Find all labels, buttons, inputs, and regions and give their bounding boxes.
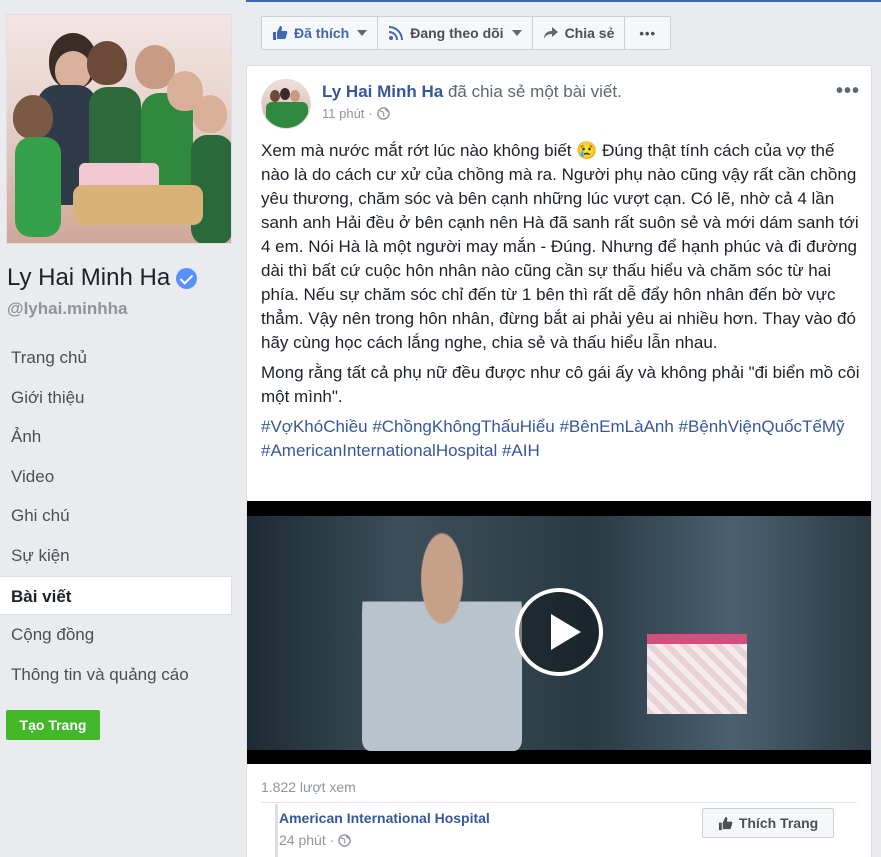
more-dots-icon: •••: [639, 25, 657, 41]
post-menu-button[interactable]: •••: [836, 80, 860, 103]
create-page-button[interactable]: Tạo Trang: [6, 710, 100, 740]
post-meta: 11 phút ·: [322, 106, 390, 121]
page-action-bar: Đã thích Đang theo dõi Chia sẻ •••: [261, 16, 672, 50]
left-sidebar: Ly Hai Minh Ha @lyhai.minhha Trang chủ G…: [0, 0, 246, 857]
share-label: Chia sẻ: [564, 25, 615, 41]
rss-icon: [389, 26, 404, 41]
divider: [261, 802, 857, 803]
like-page-label: Thích Trang: [738, 815, 819, 831]
page-name[interactable]: Ly Hai Minh Ha: [7, 264, 198, 292]
globe-icon: [376, 107, 390, 120]
video-player[interactable]: [247, 501, 871, 764]
meta-separator: ·: [329, 832, 335, 848]
shared-post-meta: 24 phút ·: [279, 832, 352, 848]
nav-item-about[interactable]: Giới thiệu: [0, 378, 232, 418]
nav-item-home[interactable]: Trang chủ: [0, 338, 232, 378]
like-page-button[interactable]: Thích Trang: [702, 808, 834, 838]
post-paragraph: Xem mà nước mắt rớt lúc nào không biết 😢…: [261, 141, 859, 352]
following-button[interactable]: Đang theo dõi: [378, 17, 533, 49]
liked-button[interactable]: Đã thích: [262, 17, 379, 49]
top-accent-line: [246, 0, 881, 2]
nav-item-videos[interactable]: Video: [0, 457, 232, 497]
post-author-link[interactable]: Ly Hai Minh Ha: [322, 82, 443, 101]
nav-item-info-ads[interactable]: Thông tin và quảng cáo: [0, 655, 232, 695]
post-author-avatar[interactable]: [261, 79, 311, 129]
post-header: Ly Hai Minh Ha đã chia sẻ một bài viết.: [322, 82, 622, 102]
liked-label: Đã thích: [294, 25, 350, 41]
following-label: Đang theo dõi: [410, 25, 504, 41]
post-hashtags[interactable]: #VợKhóChiều #ChồngKhôngThấuHiểu #BênEmLà…: [261, 415, 861, 463]
post-time[interactable]: 11 phút: [322, 106, 364, 121]
shared-page-name[interactable]: American International Hospital: [279, 810, 490, 826]
play-button-icon[interactable]: [515, 588, 603, 676]
nav-item-community[interactable]: Cộng đồng: [0, 615, 232, 655]
share-button[interactable]: Chia sẻ: [533, 17, 626, 49]
verified-badge-icon: [176, 267, 198, 289]
video-figure: [362, 521, 522, 751]
share-arrow-icon: [543, 27, 558, 39]
view-count[interactable]: 1.822 lượt xem: [261, 779, 356, 795]
nav-item-photos[interactable]: Ảnh: [0, 417, 232, 457]
globe-icon: [338, 833, 352, 847]
thumbs-up-icon: [718, 816, 733, 830]
video-gift-box: [647, 634, 747, 714]
chevron-down-icon: [511, 30, 522, 36]
post-paragraph: Mong rằng tất cả phụ nữ đều được như cô …: [261, 363, 860, 406]
page-handle[interactable]: @lyhai.minhha: [7, 299, 128, 319]
nav-item-events[interactable]: Sự kiện: [0, 536, 232, 576]
nav-item-notes[interactable]: Ghi chú: [0, 496, 232, 536]
thumbs-up-icon: [273, 26, 288, 40]
more-options-button[interactable]: •••: [625, 17, 670, 49]
meta-separator: ·: [368, 106, 373, 121]
page-nav: Trang chủ Giới thiệu Ảnh Video Ghi chú S…: [0, 338, 232, 694]
shared-post: American International Hospital 24 phút …: [275, 804, 845, 857]
shared-post-time[interactable]: 24 phút: [279, 832, 326, 848]
nav-item-posts[interactable]: Bài viết: [0, 575, 232, 616]
post-card: Ly Hai Minh Ha đã chia sẻ một bài viết. …: [246, 65, 872, 857]
post-body: Xem mà nước mắt rớt lúc nào không biết 😢…: [261, 139, 861, 469]
page-name-text[interactable]: Ly Hai Minh Ha: [7, 264, 170, 292]
post-action-text: đã chia sẻ một bài viết.: [447, 82, 622, 101]
chevron-down-icon: [357, 30, 368, 36]
profile-picture[interactable]: [6, 14, 232, 244]
